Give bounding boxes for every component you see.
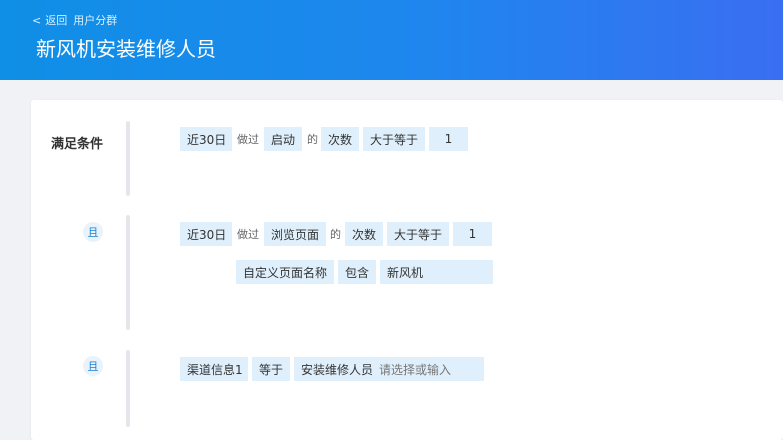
group-bar-2 xyxy=(126,215,130,330)
rule2-event-select[interactable]: 浏览页面 xyxy=(264,222,326,246)
rule2-operator-select[interactable]: 大于等于 xyxy=(387,222,449,246)
rule3-property-select[interactable]: 渠道信息1 xyxy=(180,357,248,381)
chevron-left-icon: < xyxy=(32,14,42,27)
rule1-time-select[interactable]: 近30日 xyxy=(180,127,232,151)
conditions-title: 满足条件 xyxy=(51,137,104,152)
back-label: 返回 xyxy=(45,14,68,27)
rule1-did-text: 做过 xyxy=(237,133,259,146)
rule1-value-input[interactable]: 1 xyxy=(429,127,468,151)
page-title: 新风机安装维修人员 xyxy=(36,37,216,61)
breadcrumb-user-segments: 用户分群 xyxy=(73,14,118,27)
back-link[interactable]: < 返回 用户分群 xyxy=(32,12,117,28)
group-bar-3 xyxy=(126,350,130,427)
rule1-operator-select[interactable]: 大于等于 xyxy=(363,127,425,151)
page-header: < 返回 用户分群 新风机安装维修人员 xyxy=(0,0,783,80)
rule2-filter-value-input[interactable]: 新风机 xyxy=(380,260,493,284)
rule2-metric-select[interactable]: 次数 xyxy=(345,222,383,246)
rule3-value-input[interactable]: 安装维修人员 请选择或输入 xyxy=(294,357,484,381)
rule2-filter-operator-select[interactable]: 包含 xyxy=(338,260,376,284)
rule1-of-text: 的 xyxy=(307,133,318,146)
rule2-did-text: 做过 xyxy=(237,228,259,241)
conditions-card: 满足条件 且 且 近30日 做过 启动 的 次数 大于等于 1 近30日 做过 … xyxy=(31,100,783,440)
rule2-value-input[interactable]: 1 xyxy=(453,222,492,246)
rule1-event-select[interactable]: 启动 xyxy=(264,127,302,151)
rule3-value-tag: 安装维修人员 xyxy=(301,362,374,377)
rule3-operator-select[interactable]: 等于 xyxy=(252,357,290,381)
group-bar-1 xyxy=(126,121,130,196)
rule2-of-text: 的 xyxy=(330,228,341,241)
rule3-value-placeholder: 请选择或输入 xyxy=(379,362,452,377)
rule1-metric-select[interactable]: 次数 xyxy=(321,127,359,151)
rule2-time-select[interactable]: 近30日 xyxy=(180,222,232,246)
rule2-filter-property-select[interactable]: 自定义页面名称 xyxy=(236,260,334,284)
and-badge-2: 且 xyxy=(83,356,103,376)
and-badge-1: 且 xyxy=(83,222,103,242)
